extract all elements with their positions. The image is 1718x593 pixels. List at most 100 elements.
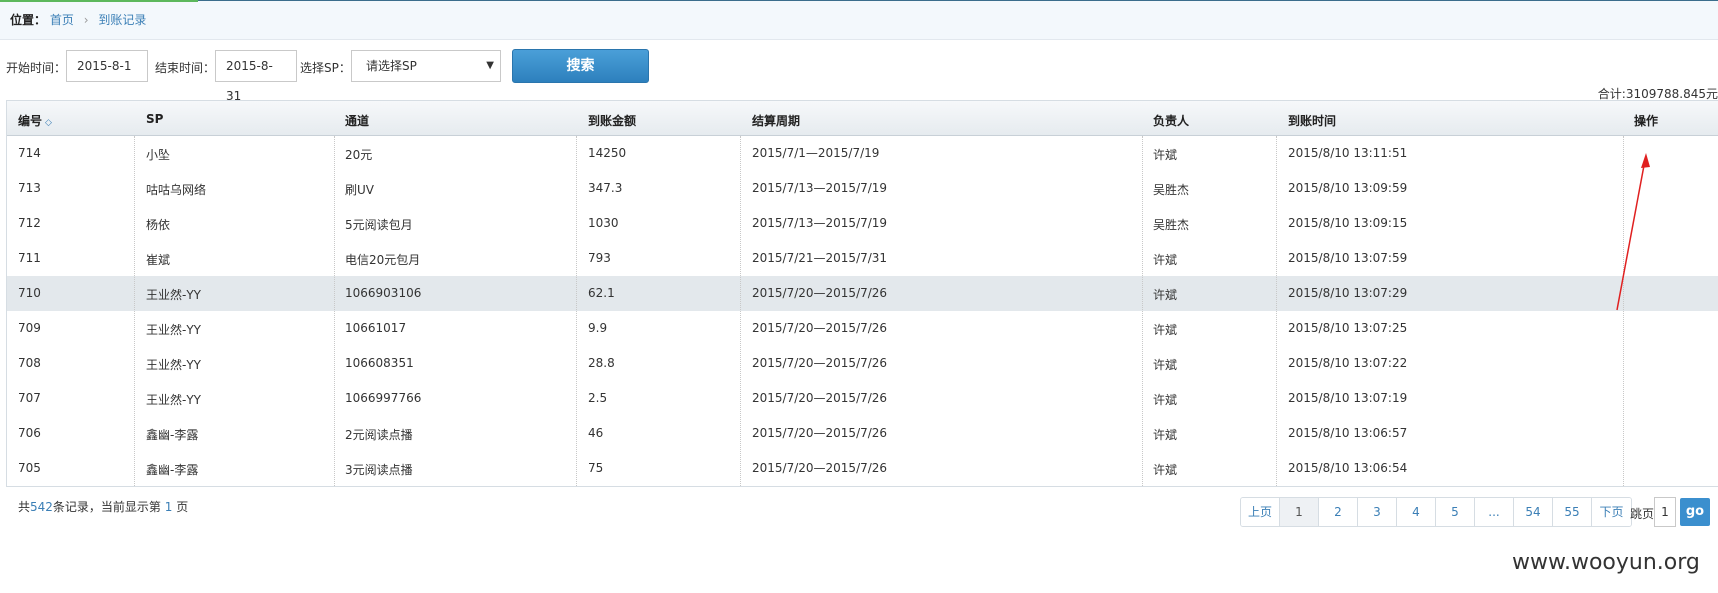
breadcrumb-home-link[interactable]: 首页 — [50, 13, 74, 27]
watermark: www.wooyun.org — [1512, 550, 1700, 575]
cell-channel: 1066997766 — [345, 391, 422, 405]
cell-amount: 9.9 — [588, 321, 608, 335]
cell-period: 2015/7/20—2015/7/26 — [752, 321, 888, 335]
table-row[interactable]: 709 王业然-YY 10661017 9.9 2015/7/20—2015/7/26 许… — [7, 311, 1718, 346]
page-button[interactable]: 5 — [1436, 498, 1475, 526]
cell-arrival-time: 2015/8/10 13:06:57 — [1288, 426, 1408, 440]
cell-amount: 46 — [588, 426, 604, 440]
cell-amount: 62.1 — [588, 286, 615, 300]
cell-arrival-time: 2015/8/10 13:09:15 — [1288, 216, 1408, 230]
cell-sp: 咕咕乌网络 — [146, 183, 207, 197]
jump-page-input[interactable]: 1 — [1654, 497, 1676, 527]
column-divider — [740, 136, 741, 486]
cell-id: 707 — [18, 391, 41, 405]
table-row[interactable]: 706 鑫幽-李露 2元阅读点播 46 2015/7/20—2015/7/26 许斌 201… — [7, 416, 1718, 451]
cell-id: 711 — [18, 251, 41, 265]
page-button[interactable]: 3 — [1358, 498, 1397, 526]
cell-period: 2015/7/20—2015/7/26 — [752, 461, 888, 475]
table-row[interactable]: 708 王业然-YY 106608351 28.8 2015/7/20—2015/7/2… — [7, 346, 1718, 381]
table-row[interactable]: 705 鑫幽-李露 3元阅读点播 75 2015/7/20—2015/7/26 许斌 201… — [7, 451, 1718, 486]
next-page-button[interactable]: 下页 — [1592, 498, 1631, 526]
cell-channel: 106608351 — [345, 356, 414, 370]
cell-id: 712 — [18, 216, 41, 230]
table-row[interactable]: 711 崔斌 电信20元包月 793 2015/7/21—2015/7/31 许斌 2015… — [7, 241, 1718, 276]
table-header: 编号 ◇ SP 通道 到账金额 结算周期 负责人 到账时间 操作 — [7, 100, 1718, 136]
record-count: 542 — [30, 500, 53, 514]
header-owner: 负责人 — [1153, 114, 1190, 128]
page-ellipsis: ... — [1475, 498, 1514, 526]
cell-arrival-time: 2015/8/10 13:07:59 — [1288, 251, 1408, 265]
end-time-input[interactable]: 2015-8-31 — [215, 50, 297, 103]
cell-owner: 许斌 — [1153, 323, 1178, 337]
cell-arrival-time: 2015/8/10 13:07:25 — [1288, 321, 1408, 335]
cell-id: 705 — [18, 461, 41, 475]
cell-sp: 鑫幽-李露 — [146, 463, 199, 477]
page-button[interactable]: 1 — [1280, 498, 1319, 526]
cell-arrival-time: 2015/8/10 13:11:51 — [1288, 146, 1408, 160]
filter-bar: 开始时间： 2015-8-1 结束时间： 2015-8-31 选择SP： 请选择… — [0, 48, 1718, 103]
page-button[interactable]: 4 — [1397, 498, 1436, 526]
cell-period: 2015/7/20—2015/7/26 — [752, 426, 888, 440]
dropdown-arrow-icon: ▼ — [486, 60, 494, 71]
pagination: 上页 1 2 3 4 5 ... 54 55 下页 — [1240, 497, 1632, 527]
cell-period: 2015/7/20—2015/7/26 — [752, 356, 888, 370]
table-row[interactable]: 710 王业然-YY 1066903106 62.1 2015/7/20—2015/7/… — [7, 276, 1718, 311]
breadcrumb-label: 位置： — [10, 13, 47, 27]
table-body: 714 小坠 20元 14250 2015/7/1—2015/7/19 许斌 2015/8/… — [7, 136, 1718, 486]
summary-suffix: 页 — [172, 500, 189, 514]
cell-sp: 王业然-YY — [146, 393, 201, 407]
cell-amount: 75 — [588, 461, 604, 475]
cell-id: 713 — [18, 181, 41, 195]
end-time-label: 结束时间： — [155, 61, 216, 75]
breadcrumb-current[interactable]: 到账记录 — [98, 13, 146, 27]
cell-arrival-time: 2015/8/10 13:07:22 — [1288, 356, 1408, 370]
sp-select-value: 请选择SP — [366, 59, 417, 73]
page-button[interactable]: 54 — [1514, 498, 1553, 526]
cell-channel: 刷UV — [345, 183, 374, 197]
cell-owner: 许斌 — [1153, 358, 1178, 372]
cell-amount: 28.8 — [588, 356, 615, 370]
cell-id: 710 — [18, 286, 41, 300]
sp-select[interactable]: 请选择SP ▼ — [351, 50, 501, 82]
header-arrival-time: 到账时间 — [1288, 114, 1337, 128]
go-button[interactable]: go — [1680, 498, 1710, 526]
table-row[interactable]: 713 咕咕乌网络 刷UV 347.3 2015/7/13—2015/7/19 吴胜杰 20… — [7, 171, 1718, 206]
header-period: 结算周期 — [752, 114, 801, 128]
table-row[interactable]: 714 小坠 20元 14250 2015/7/1—2015/7/19 许斌 2015/8/… — [7, 136, 1718, 171]
breadcrumb: 位置： 首页 › 到账记录 — [10, 13, 146, 27]
header-actions: 操作 — [1634, 114, 1659, 128]
sp-select-label: 选择SP： — [300, 61, 351, 75]
page-button[interactable]: 55 — [1553, 498, 1592, 526]
cell-period: 2015/7/13—2015/7/19 — [752, 216, 888, 230]
column-divider — [576, 136, 577, 486]
prev-page-button[interactable]: 上页 — [1241, 498, 1280, 526]
column-divider — [134, 136, 135, 486]
page-button[interactable]: 2 — [1319, 498, 1358, 526]
cell-owner: 许斌 — [1153, 148, 1178, 162]
cell-owner: 许斌 — [1153, 393, 1178, 407]
cell-owner: 吴胜杰 — [1153, 183, 1190, 197]
cell-sp: 鑫幽-李露 — [146, 428, 199, 442]
cell-sp: 王业然-YY — [146, 288, 201, 302]
cell-sp: 王业然-YY — [146, 358, 201, 372]
table-row[interactable]: 707 王业然-YY 1066997766 2.5 2015/7/20—2015/7/2… — [7, 381, 1718, 416]
breadcrumb-separator: › — [83, 13, 89, 27]
cell-sp: 杨依 — [146, 218, 171, 232]
cell-arrival-time: 2015/8/10 13:07:29 — [1288, 286, 1408, 300]
cell-channel: 电信20元包月 — [345, 253, 421, 267]
start-time-input[interactable]: 2015-8-1 — [66, 50, 148, 82]
cell-sp: 王业然-YY — [146, 323, 201, 337]
cell-id: 714 — [18, 146, 41, 160]
header-id[interactable]: 编号 ◇ — [18, 112, 52, 129]
table-row[interactable]: 712 杨依 5元阅读包月 1030 2015/7/13—2015/7/19 吴胜杰 201… — [7, 206, 1718, 241]
search-button[interactable]: 搜索 — [512, 49, 649, 83]
cell-amount: 1030 — [588, 216, 619, 230]
cell-arrival-time: 2015/8/10 13:06:54 — [1288, 461, 1408, 475]
cell-channel: 10661017 — [345, 321, 407, 335]
records-table: 编号 ◇ SP 通道 到账金额 结算周期 负责人 到账时间 操作 714 小坠 20元… — [6, 100, 1718, 487]
cell-period: 2015/7/1—2015/7/19 — [752, 146, 880, 160]
header-amount: 到账金额 — [588, 114, 637, 128]
cell-channel: 5元阅读包月 — [345, 218, 413, 232]
sort-icon[interactable]: ◇ — [45, 118, 52, 128]
record-summary: 共542条记录，当前显示第 1 页 — [18, 498, 188, 515]
